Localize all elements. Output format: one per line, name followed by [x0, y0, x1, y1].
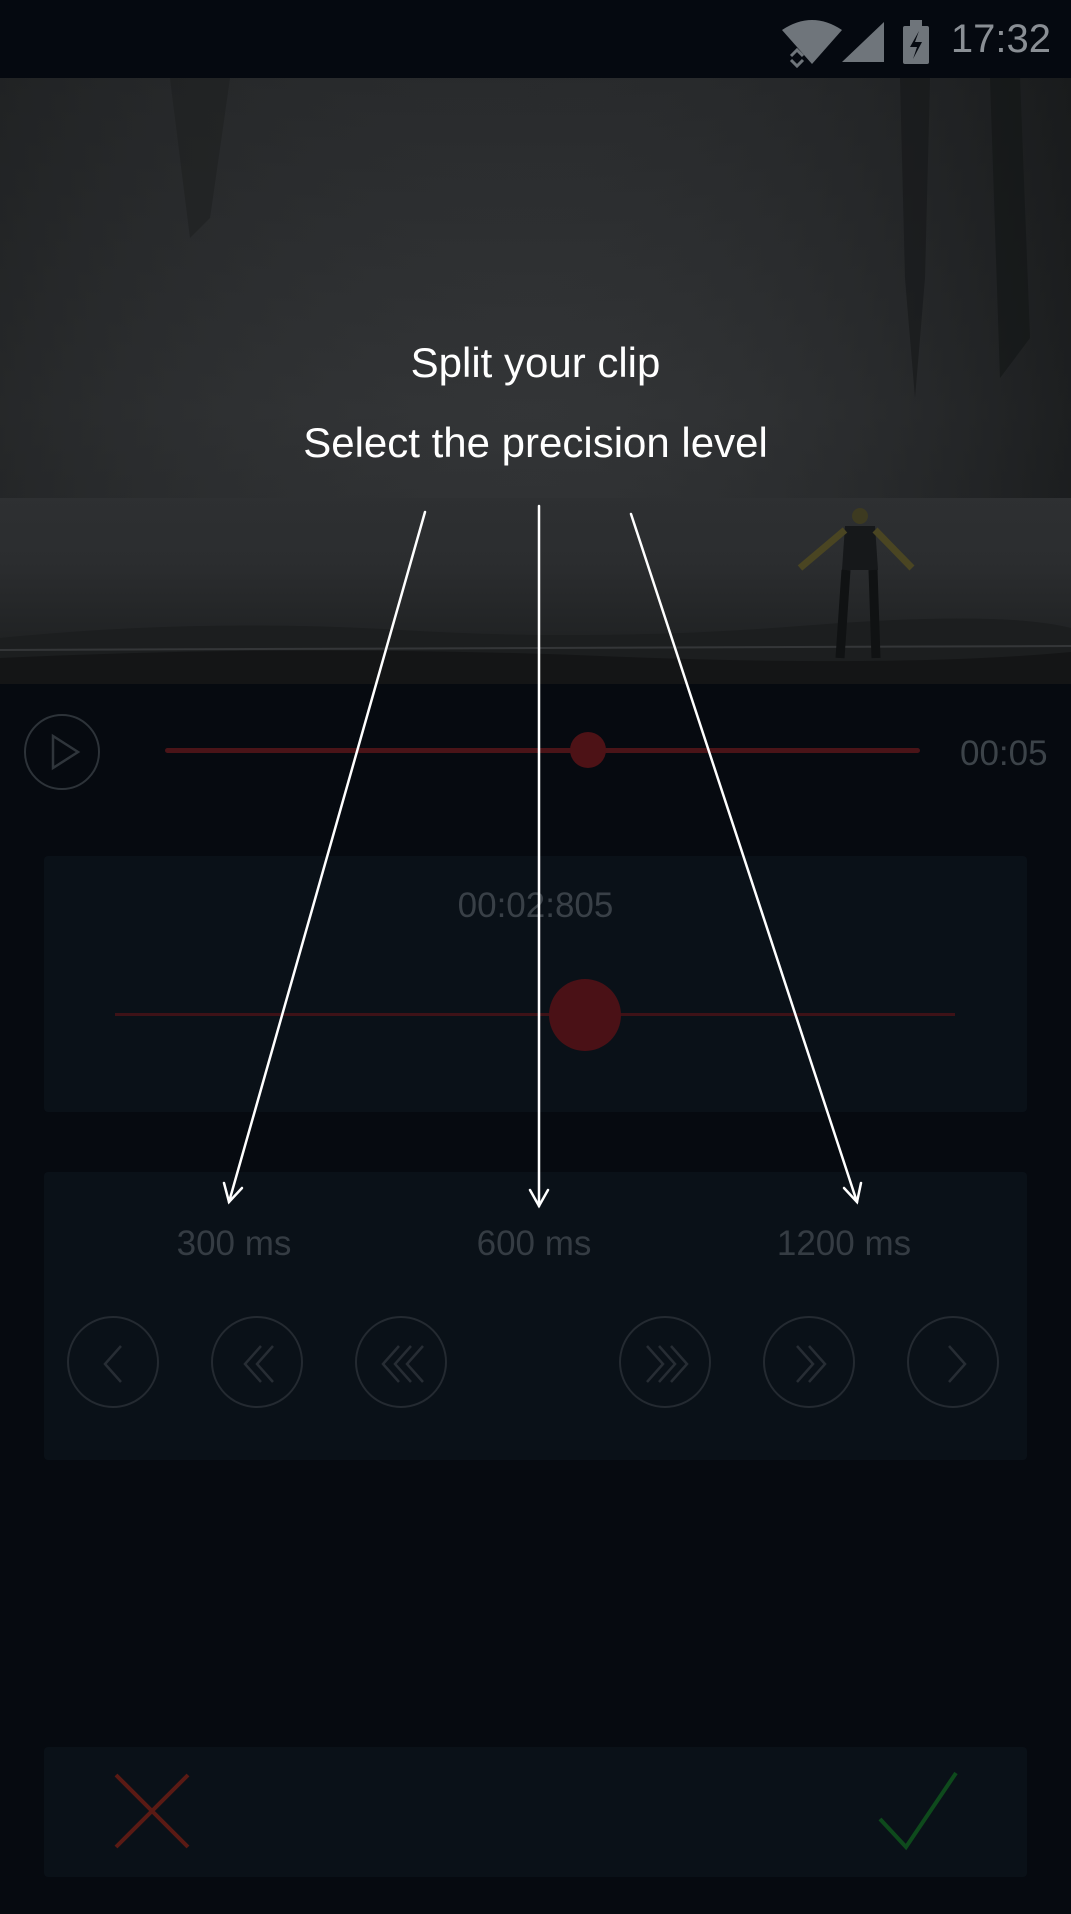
signal-icon	[842, 22, 884, 62]
step-back-1200-button[interactable]	[355, 1316, 447, 1408]
triple-chevron-right-icon	[646, 1345, 689, 1383]
double-chevron-left-icon	[243, 1345, 274, 1383]
single-chevron-left-icon	[103, 1345, 122, 1383]
cancel-button[interactable]	[110, 1769, 194, 1853]
precision-label-1200[interactable]: 1200 ms	[744, 1222, 944, 1266]
status-icons	[782, 20, 929, 69]
step-back-300-button[interactable]	[67, 1316, 159, 1408]
seek-thumb[interactable]	[569, 732, 606, 768]
seek-bar[interactable]	[165, 748, 920, 753]
step-forward-300-button[interactable]	[907, 1316, 999, 1408]
step-forward-1200-button[interactable]	[619, 1316, 711, 1408]
check-icon	[878, 1771, 958, 1851]
play-button[interactable]	[24, 714, 100, 790]
precision-card: 300 ms 600 ms 1200 ms	[44, 1172, 1027, 1460]
close-icon	[114, 1773, 190, 1849]
player-controls: 00:05	[0, 684, 1071, 814]
play-icon	[51, 733, 81, 771]
battery-charging-icon	[903, 20, 929, 64]
step-back-600-button[interactable]	[211, 1316, 303, 1408]
status-bar: 17:32	[0, 0, 1071, 78]
fine-scrubber-track[interactable]	[115, 1013, 955, 1016]
split-clip-screen: 17:32 00:05 00:02:805 300 ms 600 ms 1200…	[0, 0, 1071, 1914]
current-time-label: 00:02:805	[457, 886, 614, 925]
precision-label-600[interactable]: 600 ms	[434, 1222, 634, 1266]
status-time: 17:32	[950, 17, 1051, 61]
double-chevron-right-icon	[796, 1345, 827, 1383]
confirm-button[interactable]	[876, 1769, 960, 1853]
fine-scrubber-card: 00:02:805	[44, 856, 1027, 1112]
step-forward-600-button[interactable]	[763, 1316, 855, 1408]
single-chevron-right-icon	[948, 1345, 967, 1383]
video-preview	[0, 78, 1071, 684]
fine-scrubber-thumb[interactable]	[549, 979, 622, 1051]
triple-chevron-left-icon	[381, 1345, 424, 1383]
action-bar	[44, 1747, 1027, 1877]
precision-label-300[interactable]: 300 ms	[134, 1222, 334, 1266]
wifi-icon	[782, 20, 842, 69]
duration-label: 00:05	[960, 734, 1048, 773]
